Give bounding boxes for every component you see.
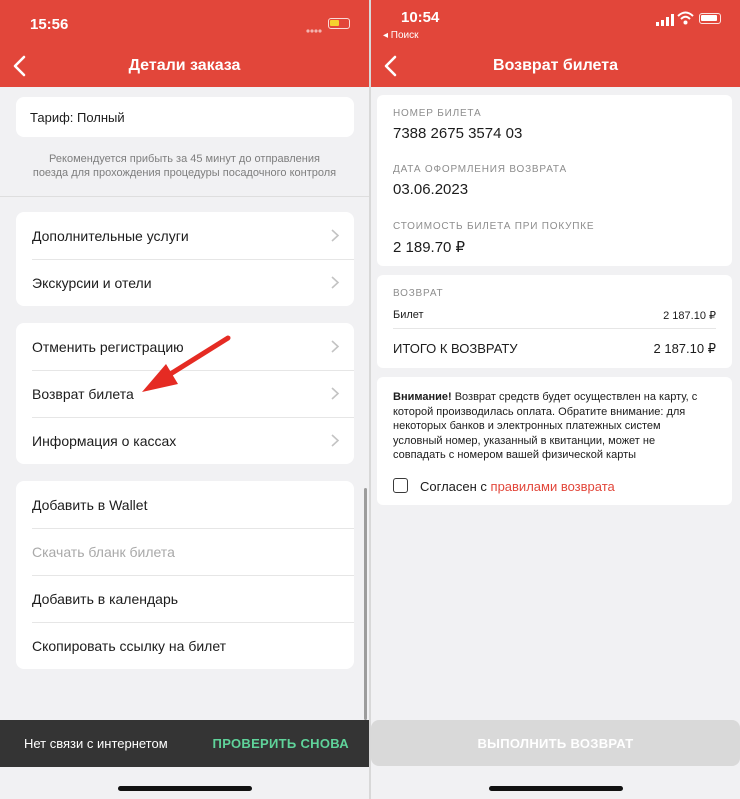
agree-checkbox[interactable] [393, 478, 408, 493]
cellular-signal-icon [656, 13, 674, 31]
retry-button[interactable]: ПРОВЕРИТЬ СНОВА [213, 736, 349, 751]
tariff-card: Тариф: Полный [16, 97, 354, 137]
ticket-return-header: 10:54 ◂ Поиск Возврат билета [371, 0, 740, 87]
offline-message: Нет связи с интернетом [24, 736, 168, 751]
ticket-number-label: НОМЕР БИЛЕТА [393, 108, 482, 119]
refund-date-label: ДАТА ОФОРМЛЕНИЯ ВОЗВРАТА [393, 164, 567, 175]
status-time: 15:56 [30, 16, 69, 33]
home-indicator [117, 786, 252, 791]
menu-item-excursions-hotels[interactable]: Экскурсии и отели [16, 259, 354, 306]
refund-warning-text: Внимание! Возврат средств будет осуществ… [393, 391, 698, 461]
services-group: Дополнительные услуги Экскурсии и отели [16, 212, 354, 306]
agree-label: Согласен с правилами возврата [420, 479, 615, 494]
arrival-recommendation: Рекомендуется прибыть за 45 минут до отп… [32, 153, 337, 179]
refund-warning-card: Внимание! Возврат средств будет осуществ… [377, 377, 732, 505]
offline-snackbar: Нет связи с интернетом ПРОВЕРИТЬ СНОВА [0, 720, 369, 767]
chevron-right-icon [331, 434, 340, 447]
battery-icon [699, 13, 721, 24]
signal-dots-icon [306, 20, 322, 33]
ticket-info-card: НОМЕР БИЛЕТА 7388 2675 3574 03 ДАТА ОФОР… [377, 95, 732, 266]
menu-item-add-calendar[interactable]: Добавить в календарь [16, 575, 354, 622]
order-details-screen: 15:56 Детали заказа Тариф: Полный Рекоме… [0, 0, 369, 799]
wifi-icon [677, 11, 694, 30]
menu-item-ticket-offices-info[interactable]: Информация о кассах [16, 417, 354, 464]
refund-section-title: ВОЗВРАТ [393, 288, 444, 299]
battery-low-icon [328, 18, 350, 29]
ticket-line-label: Билет [393, 309, 424, 321]
ticket-line-value: 2 187.10 ₽ [663, 310, 716, 322]
page-title: Возврат билета [493, 57, 618, 74]
home-indicator [488, 786, 623, 791]
price-label: СТОИМОСТЬ БИЛЕТА ПРИ ПОКУПКЕ [393, 221, 595, 232]
page-title: Детали заказа [128, 57, 241, 74]
ticket-tools-group: Добавить в Wallet Скачать бланк билета Д… [16, 481, 354, 669]
menu-item-download-ticket-form: Скачать бланк билета [32, 544, 175, 560]
order-details-header: 15:56 Детали заказа [0, 0, 369, 87]
menu-item-copy-ticket-link[interactable]: Скопировать ссылку на билет [16, 622, 354, 669]
refund-date: 03.06.2023 [393, 181, 469, 198]
refund-rules-link[interactable]: правилами возврата [491, 479, 615, 494]
chevron-right-icon [331, 276, 340, 289]
back-to-app-link[interactable]: ◂ Поиск [383, 30, 419, 41]
refund-summary-card: ВОЗВРАТ Билет 2 187.10 ₽ ИТОГО К ВОЗВРАТ… [377, 275, 732, 368]
total-refund-label: ИТОГО К ВОЗВРАТУ [393, 341, 518, 356]
menu-item-extra-services[interactable]: Дополнительные услуги [16, 212, 354, 259]
scrollbar[interactable] [364, 488, 367, 720]
chevron-right-icon [331, 340, 340, 353]
ticket-return-screen: 10:54 ◂ Поиск Возврат билета НОМЕР БИЛЕТ… [371, 0, 740, 799]
tariff-text: Тариф: Полный [30, 110, 125, 125]
chevron-right-icon [331, 229, 340, 242]
menu-item-add-wallet[interactable]: Добавить в Wallet [16, 481, 354, 528]
status-time: 10:54 [401, 9, 440, 26]
chevron-right-icon [331, 387, 340, 400]
divider [0, 196, 369, 197]
purchase-price: 2 189.70 ₽ [393, 239, 466, 256]
ticket-number: 7388 2675 3574 03 [393, 125, 523, 142]
annotation-arrow-icon [142, 335, 231, 392]
total-refund-value: 2 187.10 ₽ [653, 341, 717, 356]
submit-refund-button[interactable]: ВЫПОЛНИТЬ ВОЗВРАТ [371, 720, 740, 766]
divider [393, 328, 716, 329]
